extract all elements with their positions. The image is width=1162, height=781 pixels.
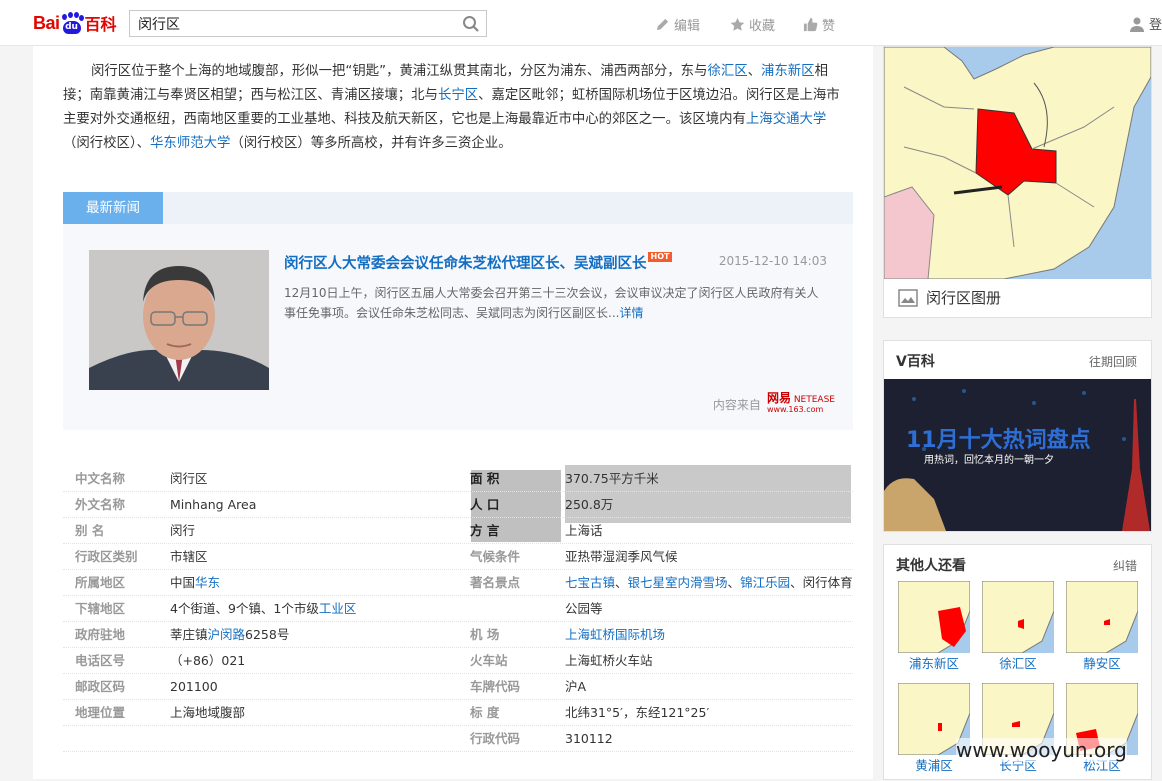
vbaike-banner[interactable]: 11月十大热词盘点 用热词，回忆本月的一朝一夕	[884, 379, 1151, 531]
paw-icon: du	[61, 12, 84, 34]
news-detail-link[interactable]: 详情	[619, 306, 643, 320]
link-ecnu[interactable]: 华东师范大学	[150, 136, 230, 151]
link-xuhui[interactable]: 徐汇区	[707, 64, 747, 79]
link-industrial[interactable]: 工业区	[319, 601, 357, 616]
table-row: 政府驻地 莘庄镇沪闵路6258号 机 场 上海虹桥国际机场	[63, 622, 853, 648]
info-table: 中文名称 闵行区 面 积 370.75平方千米 外文名称 Minhang Are…	[63, 466, 853, 752]
table-row: 地理位置 上海地域腹部 标 度 北纬31°5′，东经121°25′	[63, 700, 853, 726]
district-map[interactable]	[883, 46, 1152, 280]
logo-bai: Bai	[33, 12, 60, 33]
map-card[interactable]: 闵行区图册	[883, 46, 1152, 318]
like-button[interactable]: 赞	[803, 15, 835, 34]
related-changning[interactable]: 长宁区	[982, 683, 1054, 781]
link-minhang[interactable]: 闵行区	[170, 466, 208, 492]
related-songjiang[interactable]: 松江区	[1066, 683, 1138, 781]
report-error-link[interactable]: 纠错	[1113, 557, 1137, 574]
news-section: 最新新闻 闵行区人大常委会会议任命朱芝松代理区长、吴斌副区长 HOT 2015-1…	[63, 192, 853, 430]
link-hongqiao-airport[interactable]: 上海虹桥国际机场	[565, 627, 665, 642]
link-humin-road[interactable]: 沪闵路	[208, 627, 246, 642]
table-row: 邮政区码 201100 车牌代码 沪A	[63, 674, 853, 700]
news-date: 2015-12-10 14:03	[718, 254, 827, 268]
svg-text:11月十大热词盘点: 11月十大热词盘点	[906, 427, 1091, 453]
main-content: 闵行区位于整个上海的地域腹部，形似一把“钥匙”，黄浦江纵贯其南北，分区为浦东、浦…	[33, 46, 873, 779]
news-tab-bar	[163, 192, 853, 224]
table-row: 别 名 闵行 方 言 上海话	[63, 518, 853, 544]
news-photo[interactable]	[89, 250, 269, 390]
table-row: 下辖地区 4个街道、9个镇、1个市级工业区 公园等	[63, 596, 853, 622]
search-input[interactable]	[130, 11, 450, 36]
vbaike-title: V百科	[896, 354, 935, 370]
table-row: 行政代码 310112	[63, 726, 853, 752]
watermark: www.wooyun.org	[956, 738, 1127, 762]
table-row: 外文名称 Minhang Area 人 口 250.8万	[63, 492, 853, 518]
image-gallery-icon	[898, 288, 918, 307]
related-jingan[interactable]: 静安区	[1066, 581, 1138, 679]
map-caption[interactable]: 闵行区图册	[898, 287, 1001, 308]
table-row: 电话区号 （+86）021 火车站 上海虹桥火车站	[63, 648, 853, 674]
link-huadong[interactable]: 华东	[195, 575, 220, 590]
user-icon	[1129, 17, 1144, 32]
link-changning[interactable]: 长宁区	[438, 88, 478, 103]
vbaike-card: V百科 往期回顾 11月十大热词盘点 用热词，回忆本月的一朝一夕	[883, 340, 1152, 532]
intro-paragraph: 闵行区位于整个上海的地域腹部，形似一把“钥匙”，黄浦江纵贯其南北，分区为浦东、浦…	[63, 64, 840, 151]
svg-text:用热词，回忆本月的一朝一夕: 用热词，回忆本月的一朝一夕	[924, 453, 1054, 466]
related-pudong[interactable]: 浦东新区	[898, 581, 970, 679]
collect-button[interactable]: 收藏	[730, 15, 775, 34]
related-xuhui[interactable]: 徐汇区	[982, 581, 1054, 679]
baidu-baike-logo[interactable]: Bai du 百科	[33, 10, 117, 36]
tab-latest-news[interactable]: 最新新闻	[63, 192, 163, 224]
link-pudong[interactable]: 浦东新区	[761, 64, 815, 79]
edit-button[interactable]: 编辑	[655, 15, 700, 34]
others-title: 其他人还看	[896, 558, 966, 574]
related-huangpu[interactable]: 黄浦区	[898, 683, 970, 781]
link-ski[interactable]: 银七星室内滑雪场	[628, 575, 728, 590]
hot-badge: HOT	[647, 252, 673, 262]
thumbs-up-icon	[803, 17, 818, 32]
news-source: 内容来自 网易 NETEASE www.163.com	[712, 391, 835, 415]
link-sjtu[interactable]: 上海交通大学	[746, 112, 826, 127]
login-button[interactable]: 登	[1129, 14, 1162, 33]
top-bar: Bai du 百科 编辑 收藏 赞 登	[0, 0, 1162, 46]
search-box	[129, 10, 487, 37]
link-jinjiang[interactable]: 锦江乐园	[740, 575, 790, 590]
table-row: 中文名称 闵行区 面 积 370.75平方千米	[63, 466, 853, 492]
pencil-icon	[656, 18, 669, 31]
star-icon	[730, 17, 745, 31]
news-summary: 12月10日上午，闵行区五届人大常委会召开第三十三次会议，会议审议决定了闵行区人…	[284, 286, 819, 320]
news-title[interactable]: 闵行区人大常委会会议任命朱芝松代理区长、吴斌副区长 HOT	[284, 252, 673, 273]
table-row: 行政区类别 市辖区 气候条件 亚热带湿润季风气候	[63, 544, 853, 570]
link-qibao[interactable]: 七宝古镇	[565, 575, 615, 590]
vbaike-more-link[interactable]: 往期回顾	[1089, 353, 1137, 370]
logo-baike: 百科	[84, 15, 117, 34]
table-row: 所属地区 中国华东 著名景点 七宝古镇、银七星室内滑雪场、锦江乐园、闵行体育	[63, 570, 853, 596]
search-icon[interactable]	[462, 15, 480, 33]
netease-logo[interactable]: 网易 NETEASE www.163.com	[767, 392, 835, 415]
